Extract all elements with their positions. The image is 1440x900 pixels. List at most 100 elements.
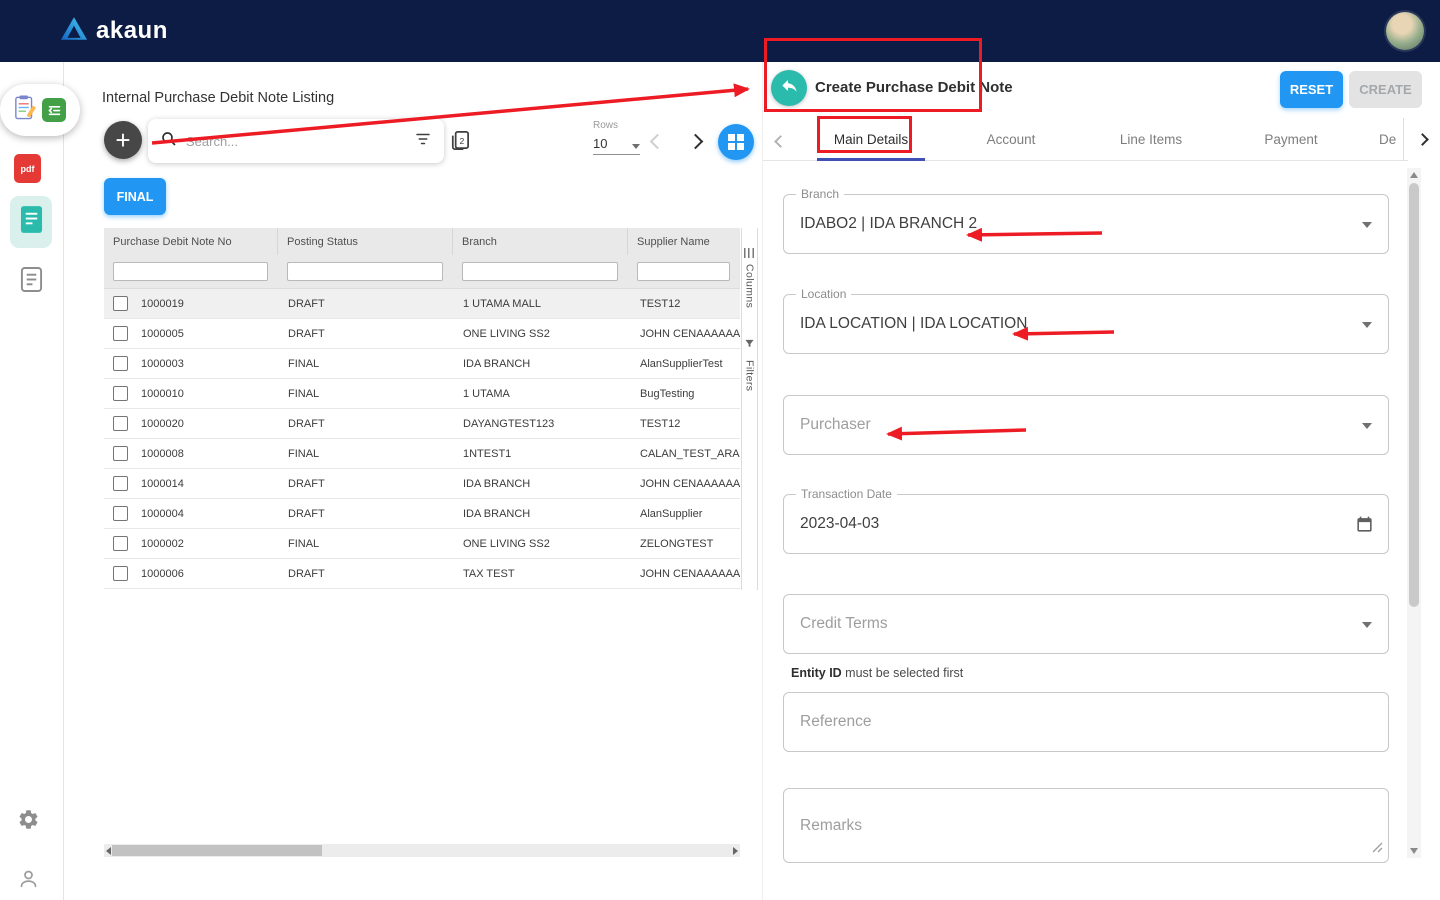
reference-input[interactable]: Reference <box>783 692 1389 752</box>
table-row[interactable]: 1000005 DRAFT ONE LIVING SS2 JOHN CENAAA… <box>104 319 740 349</box>
user-avatar[interactable] <box>1386 12 1424 50</box>
topbar: akaun <box>0 0 1440 62</box>
table-row[interactable]: 1000006 DRAFT TAX TEST JOHN CENAAAAAA <box>104 559 740 589</box>
table-row[interactable]: 1000010 FINAL 1 UTAMA BugTesting <box>104 379 740 409</box>
sidebar: pdf <box>0 62 64 900</box>
row-checkbox[interactable] <box>113 416 128 431</box>
credit-terms-select[interactable]: Credit Terms <box>783 594 1389 654</box>
scroll-left-arrow[interactable] <box>106 847 111 855</box>
copy-view-button[interactable]: 2 <box>448 128 471 156</box>
filters-toggle[interactable]: Filters <box>744 360 756 391</box>
tabs-scroll-left[interactable] <box>776 133 785 151</box>
grid-view-button[interactable] <box>718 124 754 160</box>
row-checkbox[interactable] <box>113 536 128 551</box>
back-button[interactable] <box>771 70 807 106</box>
cell-note-no: 1000010 <box>141 388 184 400</box>
columns-toggle[interactable]: Columns <box>744 264 756 308</box>
list-doc-icon <box>20 280 43 297</box>
header-posting-status[interactable]: Posting Status <box>278 228 453 255</box>
table-row[interactable]: 1000008 FINAL 1NTEST1 CALAN_TEST_ARAP_2 <box>104 439 740 469</box>
branch-select[interactable]: Branch IDABO2 | IDA BRANCH 2 <box>783 194 1389 254</box>
rows-label: Rows <box>593 120 645 131</box>
horizontal-scrollbar[interactable] <box>104 844 740 857</box>
cell-posting-status: FINAL <box>288 538 319 550</box>
row-checkbox[interactable] <box>113 296 128 311</box>
header-purchase-debit-note-no[interactable]: Purchase Debit Note No <box>104 228 278 255</box>
vertical-scroll-thumb[interactable] <box>1409 183 1419 607</box>
cell-posting-status: DRAFT <box>288 418 325 430</box>
settings-button[interactable] <box>17 808 40 836</box>
header-branch[interactable]: Branch <box>453 228 628 255</box>
sidebar-item-listing[interactable] <box>20 266 43 298</box>
tab-line-items[interactable]: Line Items <box>1081 118 1221 161</box>
filter-input-posting-status[interactable] <box>287 262 443 281</box>
rows-select[interactable]: 10 <box>593 136 640 155</box>
next-page-button[interactable] <box>690 134 701 152</box>
gear-icon <box>17 818 40 835</box>
grid-icon <box>728 134 744 150</box>
row-checkbox[interactable] <box>113 326 128 341</box>
scroll-right-arrow[interactable] <box>733 847 738 855</box>
cell-supplier: TEST12 <box>640 298 680 310</box>
remarks-textarea[interactable]: Remarks <box>783 788 1389 863</box>
location-select[interactable]: Location IDA LOCATION | IDA LOCATION <box>783 294 1389 354</box>
transaction-date-value: 2023-04-03 <box>800 515 879 533</box>
table-side-rail: Columns Filters <box>741 228 758 590</box>
logo-text: akaun <box>96 17 168 45</box>
filter-list-icon[interactable] <box>414 130 432 153</box>
calendar-icon[interactable] <box>1355 515 1374 539</box>
cell-posting-status: DRAFT <box>288 508 325 520</box>
transaction-date-field[interactable]: Transaction Date 2023-04-03 <box>783 494 1389 554</box>
filter-input-supplier[interactable] <box>637 262 730 281</box>
sidebar-item-quick-note[interactable] <box>0 84 80 136</box>
row-checkbox[interactable] <box>113 356 128 371</box>
table-row[interactable]: 1000019 DRAFT 1 UTAMA MALL TEST12 <box>104 289 740 319</box>
vertical-scrollbar[interactable] <box>1407 168 1421 858</box>
sidebar-item-pdf[interactable]: pdf <box>14 154 41 183</box>
cell-supplier: TEST12 <box>640 418 680 430</box>
horizontal-scroll-thumb[interactable] <box>112 845 322 856</box>
cell-branch: DAYANGTEST123 <box>463 418 554 430</box>
add-record-button[interactable]: + <box>104 121 142 159</box>
reset-button[interactable]: RESET <box>1280 71 1343 108</box>
clipboard-pencil-icon <box>14 94 38 126</box>
profile-button[interactable] <box>18 868 39 894</box>
cell-note-no: 1000019 <box>141 298 184 310</box>
location-label: Location <box>796 287 851 301</box>
filter-input-branch[interactable] <box>462 262 618 281</box>
row-checkbox[interactable] <box>113 566 128 581</box>
reply-arrow-icon <box>780 76 799 100</box>
search-input[interactable] <box>186 134 406 149</box>
tab-payment[interactable]: Payment <box>1221 118 1361 161</box>
invoice-doc-icon <box>20 205 43 239</box>
table-row[interactable]: 1000014 DRAFT IDA BRANCH JOHN CENAAAAAA <box>104 469 740 499</box>
table-row[interactable]: 1000002 FINAL ONE LIVING SS2 ZELONGTEST <box>104 529 740 559</box>
scroll-up-arrow[interactable] <box>1410 172 1418 178</box>
search-box <box>148 119 444 163</box>
prev-page-button[interactable] <box>652 134 663 152</box>
transaction-date-label: Transaction Date <box>796 487 897 501</box>
location-value: IDA LOCATION | IDA LOCATION <box>800 315 1027 333</box>
table-row[interactable]: 1000003 FINAL IDA BRANCH AlanSupplierTes… <box>104 349 740 379</box>
tab-account[interactable]: Account <box>941 118 1081 161</box>
table-row[interactable]: 1000004 DRAFT IDA BRANCH AlanSupplier <box>104 499 740 529</box>
cell-supplier: JOHN CENAAAAAA <box>640 568 740 580</box>
purchaser-select[interactable]: Purchaser <box>783 395 1389 455</box>
resize-handle-icon[interactable] <box>1372 840 1383 858</box>
tab-delivery-truncated[interactable]: De <box>1361 118 1403 161</box>
sidebar-item-invoices-active[interactable] <box>10 196 52 248</box>
tab-main-details[interactable]: Main Details <box>801 118 941 161</box>
row-checkbox[interactable] <box>113 446 128 461</box>
status-filter-chip[interactable]: FINAL <box>104 178 166 215</box>
create-button[interactable]: CREATE <box>1349 71 1422 108</box>
table-row[interactable]: 1000020 DRAFT DAYANGTEST123 TEST12 <box>104 409 740 439</box>
row-checkbox[interactable] <box>113 476 128 491</box>
branch-value: IDABO2 | IDA BRANCH 2 <box>800 215 977 233</box>
tabs-scroll-right[interactable] <box>1403 118 1440 161</box>
cell-branch: TAX TEST <box>463 568 515 580</box>
row-checkbox[interactable] <box>113 506 128 521</box>
filter-input-note-no[interactable] <box>113 262 268 281</box>
header-supplier-name[interactable]: Supplier Name <box>628 228 740 255</box>
scroll-down-arrow[interactable] <box>1410 848 1418 854</box>
row-checkbox[interactable] <box>113 386 128 401</box>
